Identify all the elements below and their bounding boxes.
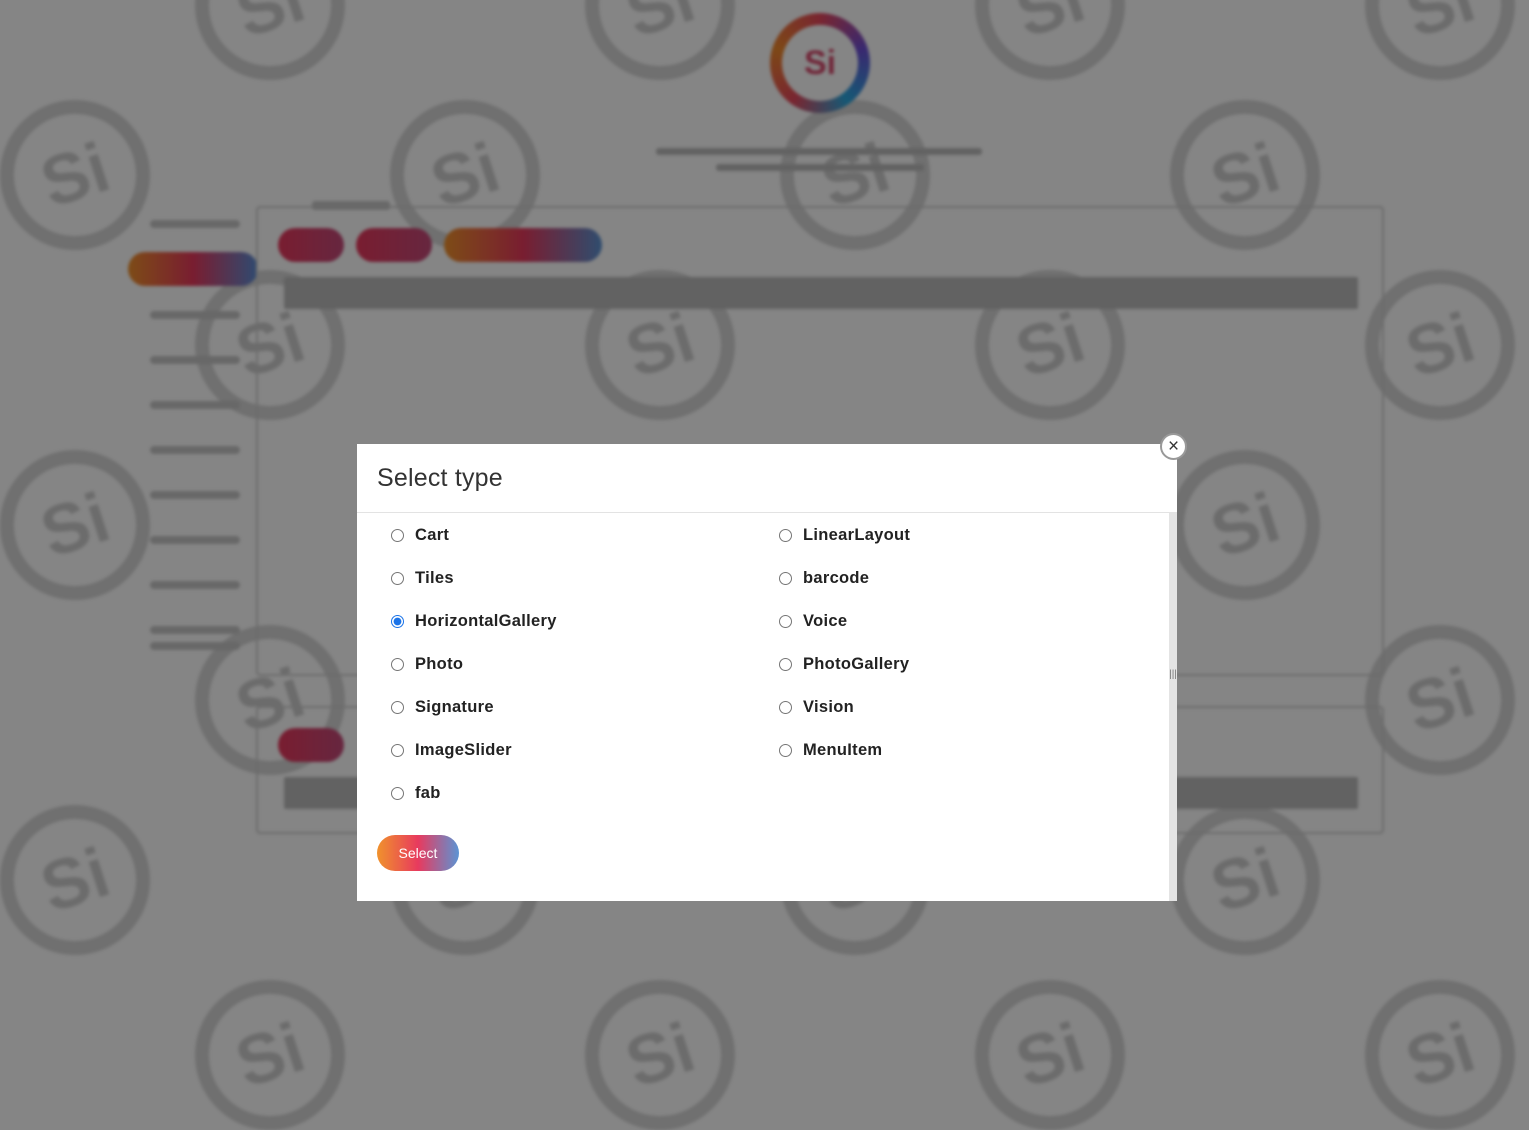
select-type-modal: Select type ||| Cart Tiles HorizontalGal… — [357, 444, 1177, 901]
option-barcode-radio[interactable] — [779, 571, 792, 585]
option-voice[interactable]: Voice — [777, 608, 847, 634]
option-cart-label[interactable]: Cart — [415, 526, 449, 545]
option-menuitem[interactable]: MenuItem — [777, 737, 882, 763]
option-photo[interactable]: Photo — [389, 651, 463, 677]
option-vision-label[interactable]: Vision — [803, 698, 854, 717]
option-vision[interactable]: Vision — [777, 694, 854, 720]
option-cart-radio[interactable] — [391, 528, 404, 542]
option-linearlayout-radio[interactable] — [779, 528, 792, 542]
option-signature-label[interactable]: Signature — [415, 698, 494, 717]
grip-icon: ||| — [1169, 669, 1177, 680]
option-voice-label[interactable]: Voice — [803, 612, 847, 631]
modal-title: Select type — [377, 463, 503, 492]
option-signature-radio[interactable] — [391, 700, 404, 714]
option-fab[interactable]: fab — [389, 780, 441, 806]
option-imageslider-radio[interactable] — [391, 743, 404, 757]
option-fab-radio[interactable] — [391, 786, 404, 800]
option-tiles-label[interactable]: Tiles — [415, 569, 454, 588]
option-horizontalgallery[interactable]: HorizontalGallery — [389, 608, 557, 634]
modal-header: Select type — [357, 444, 1177, 513]
select-button[interactable]: Select — [377, 835, 459, 871]
option-photo-radio[interactable] — [391, 657, 404, 671]
option-horizontalgallery-label[interactable]: HorizontalGallery — [415, 612, 557, 631]
option-linearlayout[interactable]: LinearLayout — [777, 522, 910, 548]
close-icon[interactable]: × — [1160, 433, 1187, 460]
option-vision-radio[interactable] — [779, 700, 792, 714]
option-menuitem-label[interactable]: MenuItem — [803, 741, 882, 760]
option-cart[interactable]: Cart — [389, 522, 449, 548]
option-signature[interactable]: Signature — [389, 694, 494, 720]
option-photogallery-radio[interactable] — [779, 657, 792, 671]
option-voice-radio[interactable] — [779, 614, 792, 628]
option-tiles[interactable]: Tiles — [389, 565, 454, 591]
option-photo-label[interactable]: Photo — [415, 655, 463, 674]
option-barcode-label[interactable]: barcode — [803, 569, 869, 588]
modal-scrollbar[interactable] — [1169, 513, 1177, 901]
option-barcode[interactable]: barcode — [777, 565, 869, 591]
option-photogallery-label[interactable]: PhotoGallery — [803, 655, 909, 674]
option-imageslider-label[interactable]: ImageSlider — [415, 741, 512, 760]
option-linearlayout-label[interactable]: LinearLayout — [803, 526, 910, 545]
option-fab-label[interactable]: fab — [415, 784, 441, 803]
option-tiles-radio[interactable] — [391, 571, 404, 585]
option-horizontalgallery-radio[interactable] — [391, 614, 404, 628]
option-photogallery[interactable]: PhotoGallery — [777, 651, 909, 677]
option-imageslider[interactable]: ImageSlider — [389, 737, 512, 763]
option-menuitem-radio[interactable] — [779, 743, 792, 757]
